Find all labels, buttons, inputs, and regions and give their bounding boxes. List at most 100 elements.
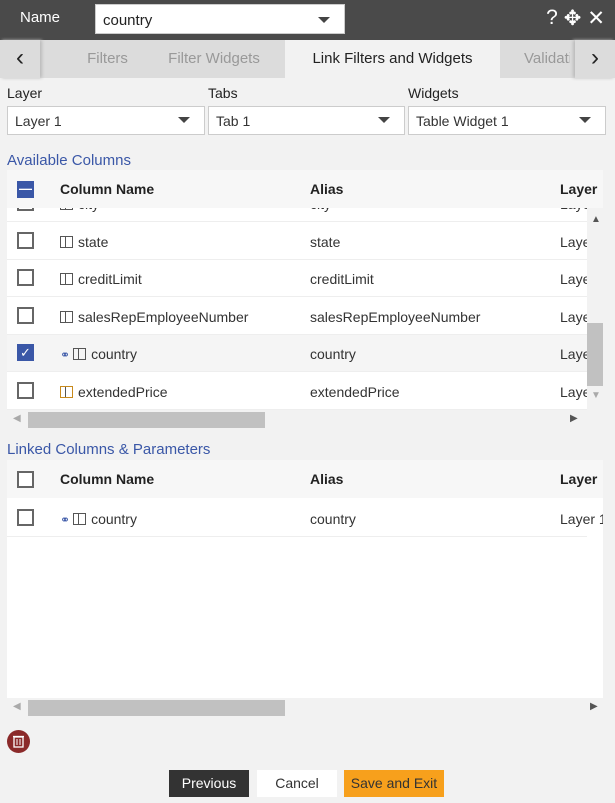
link-icon: ⚭ xyxy=(60,513,71,527)
column-icon xyxy=(60,235,73,248)
layer-cell: Layer 1 xyxy=(560,383,587,400)
layer-cell: Layer 1 xyxy=(560,346,587,362)
available-columns-list: city city Layer 1 state state Layer 1 cr… xyxy=(7,208,587,410)
layer-cell: Layer 1 xyxy=(560,233,587,250)
alias-cell: creditLimit xyxy=(310,271,374,287)
header-layer: Layer xyxy=(560,181,598,197)
save-and-exit-button[interactable]: Save and Exit xyxy=(344,770,444,797)
row-checkbox[interactable] xyxy=(17,208,34,211)
column-name-cell: ⚭ country xyxy=(60,346,137,362)
alias-cell: state xyxy=(310,233,341,250)
table-row[interactable]: city city Layer 1 xyxy=(7,208,587,222)
column-icon xyxy=(60,310,73,323)
cancel-button[interactable]: Cancel xyxy=(257,770,337,797)
select-all-checkbox[interactable]: — xyxy=(17,181,34,198)
scroll-left-icon[interactable]: ◀ xyxy=(13,413,21,424)
scroll-up-icon[interactable]: ▲ xyxy=(591,214,601,225)
row-checkbox[interactable] xyxy=(17,306,34,324)
column-name: state xyxy=(78,233,109,250)
tabs-label: Tabs xyxy=(208,85,238,101)
layer-label: Layer xyxy=(7,85,43,101)
vertical-scrollbar[interactable]: ▲ ▼ xyxy=(587,208,603,410)
row-checkbox[interactable]: ✓ xyxy=(17,344,34,361)
alias-cell: country xyxy=(310,511,356,527)
column-icon xyxy=(73,348,87,360)
help-icon[interactable]: ? xyxy=(546,6,558,31)
column-name-cell: creditLimit xyxy=(60,271,142,287)
tab-next-arrow-icon[interactable]: › xyxy=(575,40,615,78)
header-layer: Layer xyxy=(560,471,598,487)
scroll-right-icon[interactable]: ▶ xyxy=(570,413,578,424)
scrollbar-thumb[interactable] xyxy=(28,412,265,428)
header-alias: Alias xyxy=(310,471,344,487)
move-icon[interactable]: ✥ xyxy=(564,6,582,31)
column-name-cell: city xyxy=(60,208,99,212)
chevron-down-icon xyxy=(579,117,591,123)
tab-filter-widgets[interactable]: Filter Widgets xyxy=(150,40,278,78)
trash-icon xyxy=(13,735,24,748)
chevron-down-icon xyxy=(318,17,330,23)
tab-prev-arrow-icon[interactable]: ‹ xyxy=(0,40,40,78)
alias-cell: salesRepEmployeeNumber xyxy=(310,308,481,325)
tab-link-filters-and-widgets[interactable]: Link Filters and Widgets xyxy=(285,40,500,78)
linked-columns-title: Linked Columns & Parameters xyxy=(7,441,211,458)
tabs-value: Tab 1 xyxy=(216,113,251,129)
delete-button[interactable] xyxy=(7,730,30,753)
horizontal-scrollbar[interactable]: ◀ ▶ xyxy=(7,698,603,716)
linked-table-header: Column Name Alias Layer xyxy=(7,460,603,498)
alias-cell: country xyxy=(310,346,356,362)
layer-cell: Layer 1 xyxy=(560,208,587,212)
select-all-checkbox[interactable] xyxy=(17,471,34,488)
linked-columns-list: ⚭ country country Layer 1 xyxy=(7,498,603,698)
tab-bar: Filters Filter Widgets Link Filters and … xyxy=(0,40,615,78)
layer-value: Layer 1 xyxy=(15,113,62,129)
column-name: extendedPrice xyxy=(78,383,168,400)
layer-cell: Layer 1 xyxy=(560,308,587,325)
close-icon[interactable]: ✕ xyxy=(587,6,605,31)
column-name-cell: salesRepEmployeeNumber xyxy=(60,309,248,325)
table-row[interactable]: salesRepEmployeeNumber salesRepEmployeeN… xyxy=(7,297,587,335)
link-icon: ⚭ xyxy=(60,348,71,362)
row-checkbox[interactable] xyxy=(17,269,34,286)
header-column-name: Column Name xyxy=(60,181,155,197)
column-name: creditLimit xyxy=(78,271,142,287)
row-checkbox[interactable] xyxy=(17,381,34,399)
table-row[interactable]: extendedPrice extendedPrice Layer 1 xyxy=(7,372,587,410)
column-name-cell: state xyxy=(60,234,108,250)
column-name-cell: extendedPrice xyxy=(60,384,168,400)
scroll-down-icon[interactable]: ▼ xyxy=(591,390,601,401)
name-label: Name xyxy=(20,9,61,26)
table-row[interactable]: state state Layer 1 xyxy=(7,222,587,260)
name-value: country xyxy=(103,12,153,29)
column-name: salesRepEmployeeNumber xyxy=(78,308,249,325)
column-name: country xyxy=(91,511,137,527)
column-icon xyxy=(60,208,73,210)
column-icon xyxy=(60,273,73,285)
name-select[interactable]: country xyxy=(95,4,345,34)
scrollbar-thumb[interactable] xyxy=(28,700,285,716)
table-row[interactable]: ✓ ⚭ country country Layer 1 xyxy=(7,335,587,372)
tabs-select[interactable]: Tab 1 xyxy=(208,106,405,135)
widgets-label: Widgets xyxy=(408,85,459,101)
header-alias: Alias xyxy=(310,181,344,197)
scroll-left-icon[interactable]: ◀ xyxy=(13,701,21,712)
header-column-name: Column Name xyxy=(60,471,155,487)
horizontal-scrollbar[interactable]: ◀ ▶ xyxy=(7,410,587,428)
widgets-select[interactable]: Table Widget 1 xyxy=(408,106,606,135)
previous-button[interactable]: Previous xyxy=(169,770,249,797)
chevron-down-icon xyxy=(178,117,190,123)
tab-validation[interactable]: Validati xyxy=(510,40,570,78)
table-row[interactable]: ⚭ country country Layer 1 xyxy=(7,500,603,537)
column-name: city xyxy=(78,208,99,212)
row-checkbox[interactable] xyxy=(17,231,34,249)
table-row[interactable]: creditLimit creditLimit Layer 1 xyxy=(7,260,587,297)
available-table-header: — Column Name Alias Layer xyxy=(7,170,603,208)
row-checkbox[interactable] xyxy=(17,509,34,526)
scroll-right-icon[interactable]: ▶ xyxy=(590,701,598,712)
column-name: country xyxy=(91,346,137,362)
chevron-down-icon xyxy=(378,117,390,123)
scrollbar-thumb[interactable] xyxy=(587,323,603,386)
column-name-cell: ⚭ country xyxy=(60,511,137,527)
layer-cell: Layer 1 xyxy=(560,271,587,287)
layer-select[interactable]: Layer 1 xyxy=(7,106,205,135)
